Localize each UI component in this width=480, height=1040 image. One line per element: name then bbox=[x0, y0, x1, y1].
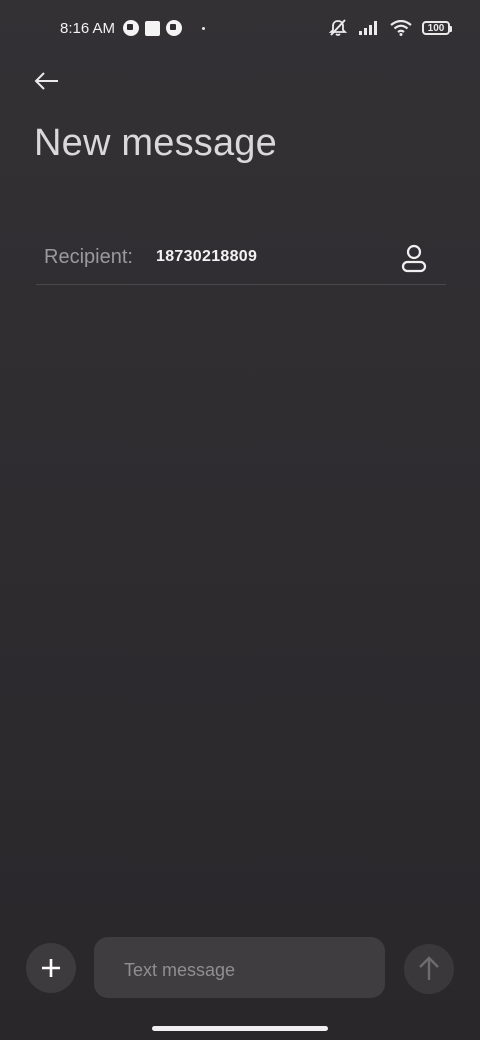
add-attachment-button[interactable] bbox=[26, 943, 76, 993]
person-icon bbox=[401, 244, 427, 273]
back-button[interactable] bbox=[30, 64, 64, 98]
send-button[interactable] bbox=[404, 944, 454, 994]
recipient-row[interactable]: Recipient: 18730218809 bbox=[36, 234, 446, 285]
messages-new-message-screen: 8:16 AM 100 New message Recipient: 18730… bbox=[0, 0, 480, 1040]
status-left: 8:16 AM bbox=[60, 17, 206, 39]
status-bar: 8:16 AM 100 bbox=[0, 0, 480, 56]
signal-icon bbox=[359, 21, 377, 35]
message-input[interactable] bbox=[122, 957, 366, 983]
message-input-container[interactable] bbox=[94, 937, 385, 998]
app-icon-1 bbox=[123, 20, 140, 36]
plus-icon bbox=[42, 959, 60, 977]
status-time: 8:16 AM bbox=[60, 19, 116, 37]
battery-icon: 100 bbox=[422, 21, 452, 35]
recipient-label: Recipient: bbox=[44, 246, 133, 268]
recipient-input[interactable]: 18730218809 bbox=[156, 248, 257, 266]
home-indicator[interactable] bbox=[152, 1026, 328, 1031]
page-title: New message bbox=[34, 122, 277, 164]
status-right: 100 bbox=[328, 17, 452, 39]
app-icon-2 bbox=[166, 20, 183, 36]
contact-picker-button[interactable] bbox=[396, 240, 432, 276]
back-arrow-icon bbox=[34, 72, 58, 90]
mute-icon bbox=[328, 19, 348, 36]
stop-icon bbox=[145, 20, 161, 36]
wifi-icon bbox=[390, 20, 412, 36]
battery-level: 100 bbox=[427, 22, 445, 34]
dot-icon bbox=[202, 26, 206, 30]
send-arrow-icon bbox=[419, 956, 439, 980]
